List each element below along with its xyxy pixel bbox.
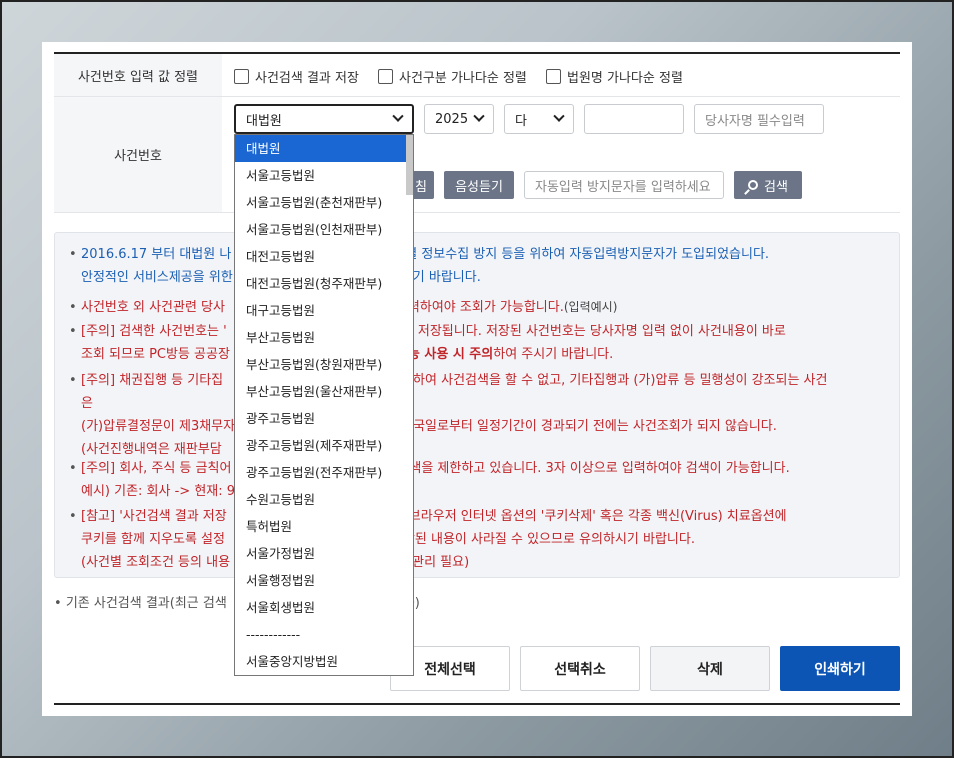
checkbox-box[interactable]	[546, 69, 561, 84]
court-option[interactable]: 광주고등법원	[235, 405, 413, 432]
history-text: 기존 사건검색 결과(최근 검색	[65, 596, 227, 611]
sort-row-label: 사건번호 입력 값 정렬	[54, 54, 222, 97]
notice-box: • 2016.6.17 부터 대법원 나 문자별 정보수집 방지 등을 위하여 자…	[54, 232, 900, 578]
notice-text: 입력하여야 조회가 가능합니다.	[395, 300, 564, 315]
notice-text: C에 저장됩니다. 저장된 사건번호는 당사자명 입력 없이 사건내용이 바로	[392, 324, 786, 339]
court-dropdown-list[interactable]: 대법원 서울고등법원 서울고등법원(춘천재판부) 서울고등법원(인천재판부) 대전고등법…	[234, 134, 414, 676]
notice-item: • [주의] 채권집행 등 기타집 입력하여 사건검색을 할 수 없고, 기타집행…	[69, 373, 828, 457]
notice-text: 은	[81, 396, 93, 411]
chevron-down-icon	[392, 110, 404, 122]
save-result-label: 사건검색 결과 저장	[255, 71, 359, 86]
court-option[interactable]: 서울고등법원(인천재판부)	[235, 216, 413, 243]
court-select[interactable]: 대법원	[234, 104, 414, 134]
notice-text: 예시) 기존: 회사 -> 현재: 9	[81, 484, 236, 499]
notice-item: • [주의] 회사, 주식 등 금칙어 검색을 제한하고 있습니다. 3자 이상으…	[69, 461, 790, 499]
case-number-input[interactable]	[584, 104, 684, 134]
court-option[interactable]: ------------	[235, 621, 413, 648]
chevron-down-icon	[553, 110, 565, 122]
print-button[interactable]: 인쇄하기	[780, 646, 900, 691]
checkbox-box[interactable]	[234, 69, 249, 84]
court-option[interactable]: 대전고등법원(청주재판부)	[235, 270, 413, 297]
chevron-down-icon	[473, 110, 485, 122]
court-option[interactable]: 서울행정법원	[235, 567, 413, 594]
court-option[interactable]: 광주고등법원(전주재판부)	[235, 459, 413, 486]
court-option[interactable]: 광주고등법원(제주재판부)	[235, 432, 413, 459]
court-option[interactable]: 대구고등법원	[235, 297, 413, 324]
notice-text: 하여 주시기 바랍니다.	[493, 347, 614, 362]
notice-text: 쿠키를 함께 지우도록 설정	[81, 532, 225, 547]
court-option[interactable]: 서울가정법원	[235, 540, 413, 567]
search-button[interactable]: 검색	[734, 171, 802, 199]
dropdown-scrollbar[interactable]	[406, 135, 413, 195]
notice-text: (사건별 조회조건 등의 내용	[81, 555, 231, 570]
court-option[interactable]: 서울회생법원	[235, 594, 413, 621]
case-type-select[interactable]: 다	[504, 104, 574, 134]
notice-text: 2016.6.17 부터 대법원 나	[81, 247, 232, 262]
court-select-value: 대법원	[246, 113, 282, 129]
court-option[interactable]: 서울고등법원(춘천재판부)	[235, 189, 413, 216]
notice-text: (가)압류결정문이 제3채무자	[81, 419, 236, 434]
case-type-value: 다	[515, 113, 527, 129]
notice-text: 안정적인 서비스제공을 위한	[81, 270, 233, 285]
notice-text: [주의] 채권집행 등 기타집	[81, 373, 224, 388]
court-option[interactable]: 서울중앙지방법원	[235, 648, 413, 675]
notice-text: [참고] '사건검색 결과 저장	[81, 509, 227, 524]
year-select-value: 2025	[435, 111, 469, 127]
notice-text: 사건번호 외 사건관련 당사	[81, 300, 225, 315]
notice-text: [주의] 검색한 사건번호는 '	[81, 324, 227, 339]
case-number-label: 사건번호	[54, 97, 222, 212]
row-divider	[54, 212, 900, 213]
sort-court-label: 법원명 가나다순 정렬	[567, 71, 683, 86]
notice-item: • [주의] 검색한 사건번호는 ' C에 저장됩니다. 저장된 사건번호는 당사…	[69, 324, 786, 362]
deselect-button[interactable]: 선택취소	[520, 646, 640, 691]
notice-text: 종국일로부터 일정기간이 경과되기 전에는 사건조회가 되지 않습니다.	[401, 419, 777, 434]
notice-text: 기 바랍니다.	[412, 270, 481, 285]
notice-text: 입력하여 사건검색을 할 수 없고, 기타집행과 (가)압류 등 밀행성이 강조…	[389, 373, 828, 388]
sort-type-checkbox[interactable]: 사건구분 가나다순 정렬	[378, 67, 527, 86]
save-result-checkbox[interactable]: 사건검색 결과 저장	[234, 67, 359, 86]
court-option[interactable]: 부산고등법원	[235, 324, 413, 351]
court-option[interactable]: 대법원	[235, 135, 413, 162]
sort-type-label: 사건구분 가나다순 정렬	[399, 71, 527, 86]
notice-text: 검색을 제한하고 있습니다. 3자 이상으로 입력하여야 검색이 가능합니다.	[397, 461, 790, 476]
search-icon	[748, 180, 759, 190]
notice-item: • 2016.6.17 부터 대법원 나 문자별 정보수집 방지 등을 위하여 자…	[69, 247, 770, 285]
notice-item: • [참고] '사건검색 결과 저장 웹 브라우저 인터넷 옵션의 '쿠키삭제' …	[69, 509, 787, 570]
year-select[interactable]: 2025	[424, 104, 494, 134]
notice-text: 문자별 정보수집 방지 등을 위하여 자동입력방지문자가 도입되었습니다.	[381, 247, 770, 262]
sort-court-checkbox[interactable]: 법원명 가나다순 정렬	[546, 67, 683, 86]
court-option[interactable]: 수원고등법원	[235, 486, 413, 513]
party-name-input[interactable]: 당사자명 필수입력	[694, 104, 824, 134]
court-option[interactable]: 부산고등법원(울산재판부)	[235, 378, 413, 405]
notice-text: [주의] 회사, 주식 등 금칙어	[81, 461, 232, 476]
checkbox-box[interactable]	[378, 69, 393, 84]
notice-text: 웹 브라우저 인터넷 옵션의 '쿠키삭제' 혹은 각종 백신(Virus) 치료…	[392, 509, 787, 524]
voice-captcha-button[interactable]: 음성듣기	[444, 171, 514, 199]
court-option[interactable]: 특허법원	[235, 513, 413, 540]
notice-example: (입력예시)	[563, 300, 618, 314]
court-option[interactable]: 서울고등법원	[235, 162, 413, 189]
search-button-label: 검색	[764, 179, 788, 195]
captcha-input[interactable]: 자동입력 방지문자를 입력하세요	[524, 171, 724, 199]
court-option[interactable]: 부산고등법원(창원재판부)	[235, 351, 413, 378]
notice-text: 저장된 내용이 사라질 수 있으므로 유의하시기 바랍니다.	[390, 532, 695, 547]
results-table-header-border	[54, 703, 900, 705]
court-option[interactable]: 대전고등법원	[235, 243, 413, 270]
delete-button[interactable]: 삭제	[650, 646, 770, 691]
notice-text: (사건진행내역은 재판부담	[81, 442, 222, 457]
notice-text: 조회 되므로 PC방등 공공장	[81, 347, 230, 362]
